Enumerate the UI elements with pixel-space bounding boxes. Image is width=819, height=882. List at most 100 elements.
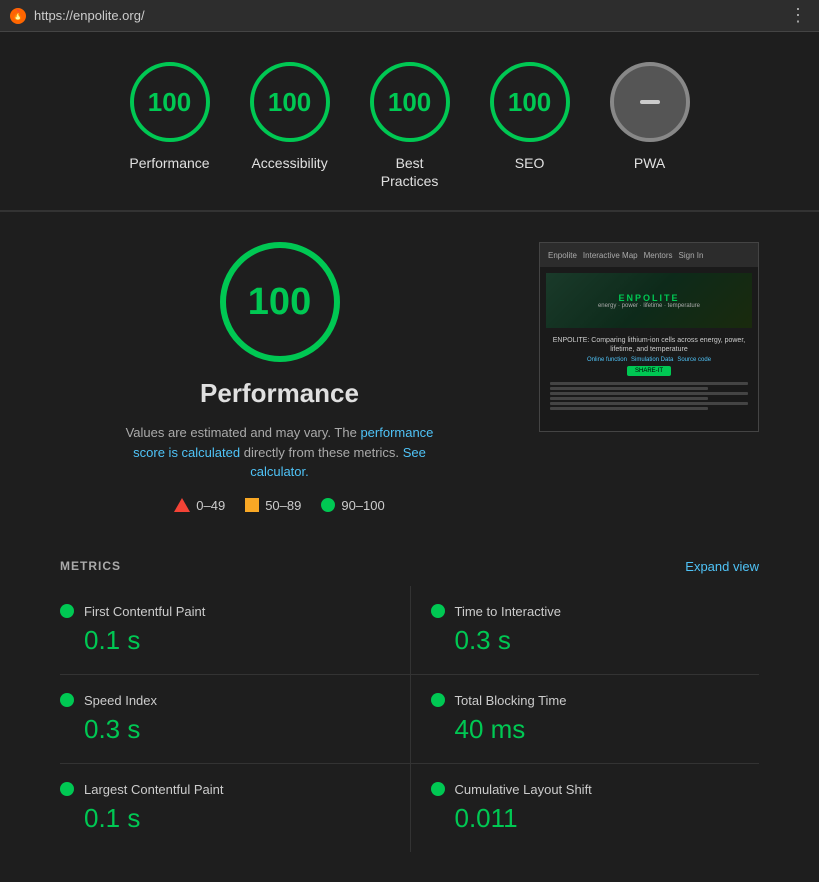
metric-si-header: Speed Index — [60, 693, 370, 708]
metric-tti-value: 0.3 s — [431, 625, 760, 656]
legend-yellow: 50–89 — [245, 498, 301, 513]
score-performance: 100 Performance — [129, 62, 209, 190]
thumbnail-site-name: ENPOLITE — [618, 293, 679, 303]
description-suffix: directly from these metrics. — [244, 445, 399, 460]
thumbnail-body: ENPOLITE energy · power · lifetime · tem… — [540, 267, 758, 431]
thumb-text-line-5 — [550, 402, 748, 405]
metric-si: Speed Index 0.3 s — [60, 675, 410, 764]
metric-lcp-value: 0.1 s — [60, 803, 370, 834]
pwa-label: PWA — [634, 154, 665, 172]
metric-fcp: First Contentful Paint 0.1 s — [60, 586, 410, 675]
thumb-nav-enpolite: Enpolite — [548, 251, 577, 260]
thumb-link-2: Simulation Data — [631, 357, 673, 363]
thumb-link-1: Online function — [587, 357, 627, 363]
metric-tti: Time to Interactive 0.3 s — [410, 586, 760, 675]
performance-label: Performance — [129, 154, 209, 172]
description-text: Values are estimated and may vary. The — [126, 425, 357, 440]
thumbnail-header: Enpolite Interactive Map Mentors Sign In — [540, 243, 758, 267]
performance-description: Values are estimated and may vary. The p… — [110, 423, 450, 482]
thumb-nav-mentors: Mentors — [644, 251, 673, 260]
thumbnail-links: Online function Simulation Data Source c… — [587, 357, 711, 363]
legend-yellow-range: 50–89 — [265, 498, 301, 513]
thumbnail-content: Enpolite Interactive Map Mentors Sign In… — [540, 243, 758, 431]
accessibility-circle: 100 — [250, 62, 330, 142]
score-best-practices: 100 BestPractices — [370, 62, 450, 190]
expand-view-button[interactable]: Expand view — [685, 559, 759, 574]
legend-green: 90–100 — [321, 498, 384, 513]
metric-fcp-dot — [60, 604, 74, 618]
red-triangle-icon — [174, 498, 190, 512]
thumbnail-text-block — [546, 380, 752, 414]
thumb-text-line-6 — [550, 407, 708, 410]
score-pwa: PWA — [610, 62, 690, 190]
legend-row: 0–49 50–89 90–100 — [174, 498, 384, 513]
metric-cls-header: Cumulative Layout Shift — [431, 782, 760, 797]
metric-tbt-name: Total Blocking Time — [455, 693, 567, 708]
best-practices-circle: 100 — [370, 62, 450, 142]
thumbnail-paper-title: ENPOLITE: Comparing lithium-ion cells ac… — [546, 336, 752, 354]
legend-red-range: 0–49 — [196, 498, 225, 513]
big-performance-value: 100 — [248, 281, 311, 324]
metric-cls: Cumulative Layout Shift 0.011 — [410, 764, 760, 852]
metric-si-value: 0.3 s — [60, 714, 370, 745]
best-practices-label: BestPractices — [381, 154, 439, 190]
thumb-text-line-4 — [550, 397, 708, 400]
pwa-circle — [610, 62, 690, 142]
metric-cls-name: Cumulative Layout Shift — [455, 782, 592, 797]
metrics-header: METRICS Expand view — [60, 543, 759, 586]
performance-circle: 100 — [130, 62, 210, 142]
performance-title: Performance — [200, 378, 359, 409]
metric-tbt-header: Total Blocking Time — [431, 693, 760, 708]
thumb-nav-signin: Sign In — [679, 251, 704, 260]
seo-circle: 100 — [490, 62, 570, 142]
big-performance-circle: 100 — [220, 242, 340, 362]
thumb-nav-map: Interactive Map — [583, 251, 638, 260]
accessibility-value: 100 — [268, 87, 311, 118]
score-accessibility: 100 Accessibility — [250, 62, 330, 190]
yellow-rect-icon — [245, 498, 259, 512]
legend-green-range: 90–100 — [341, 498, 384, 513]
score-seo: 100 SEO — [490, 62, 570, 190]
metrics-title: METRICS — [60, 559, 121, 573]
best-practices-value: 100 — [388, 87, 431, 118]
metric-si-dot — [60, 693, 74, 707]
metric-cls-dot — [431, 782, 445, 796]
metric-si-name: Speed Index — [84, 693, 157, 708]
metric-tti-name: Time to Interactive — [455, 604, 561, 619]
metric-fcp-header: First Contentful Paint — [60, 604, 370, 619]
metric-tti-header: Time to Interactive — [431, 604, 760, 619]
green-dot-icon — [321, 498, 335, 512]
metric-tti-dot — [431, 604, 445, 618]
pwa-dash — [640, 100, 660, 104]
performance-overview: 100 Performance Values are estimated and… — [60, 242, 759, 513]
metric-lcp-dot — [60, 782, 74, 796]
thumb-text-line-2 — [550, 387, 708, 390]
metric-tbt: Total Blocking Time 40 ms — [410, 675, 760, 764]
browser-bar: 🔥 https://enpolite.org/ ⋮ — [0, 0, 819, 32]
thumbnail-subtitle: energy · power · lifetime · temperature — [598, 303, 700, 309]
metric-fcp-value: 0.1 s — [60, 625, 370, 656]
metric-lcp: Largest Contentful Paint 0.1 s — [60, 764, 410, 852]
thumb-text-line-1 — [550, 382, 748, 385]
site-thumbnail: Enpolite Interactive Map Mentors Sign In… — [539, 242, 759, 432]
thumbnail-button: SHARE-IT — [627, 366, 671, 376]
thumbnail-hero: ENPOLITE energy · power · lifetime · tem… — [546, 273, 752, 328]
url-bar[interactable]: https://enpolite.org/ — [34, 8, 145, 23]
main-content: 100 Performance Values are estimated and… — [0, 212, 819, 882]
performance-left: 100 Performance Values are estimated and… — [60, 242, 499, 513]
seo-label: SEO — [515, 154, 545, 172]
scores-section: 100 Performance 100 Accessibility 100 Be… — [0, 32, 819, 211]
browser-menu-icon[interactable]: ⋮ — [789, 5, 809, 26]
accessibility-label: Accessibility — [251, 154, 327, 172]
metric-lcp-header: Largest Contentful Paint — [60, 782, 370, 797]
seo-value: 100 — [508, 87, 551, 118]
metric-cls-value: 0.011 — [431, 803, 760, 834]
metric-fcp-name: First Contentful Paint — [84, 604, 205, 619]
metric-tbt-dot — [431, 693, 445, 707]
thumb-text-line-3 — [550, 392, 748, 395]
metric-tbt-value: 40 ms — [431, 714, 760, 745]
favicon-icon: 🔥 — [10, 8, 26, 24]
thumb-link-3: Source code — [677, 357, 711, 363]
metric-lcp-name: Largest Contentful Paint — [84, 782, 223, 797]
performance-value: 100 — [148, 87, 191, 118]
